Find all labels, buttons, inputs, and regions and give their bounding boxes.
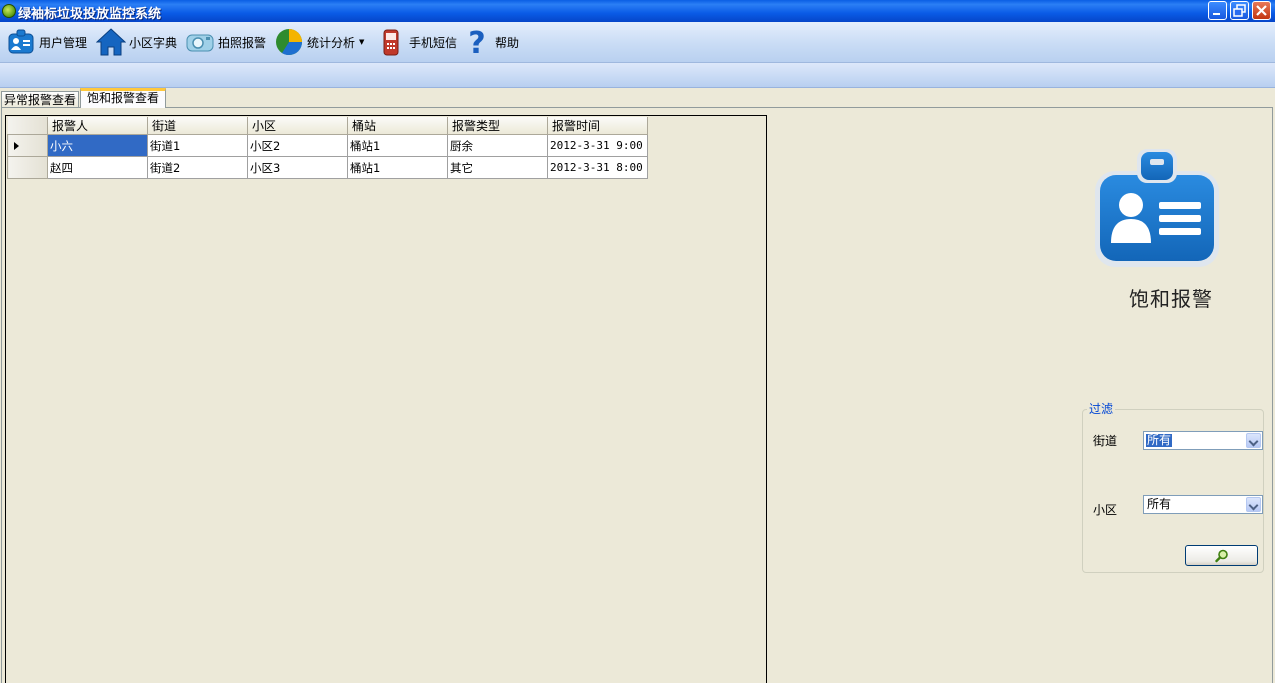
toolbar-help[interactable]: ? 帮助 — [462, 26, 519, 58]
column-header[interactable]: 小区 — [247, 117, 348, 135]
toolbar-user-management[interactable]: 用户管理 — [6, 26, 87, 58]
chevron-down-icon: ▼ — [359, 38, 365, 46]
column-header[interactable]: 报警类型 — [447, 117, 548, 135]
close-icon — [1256, 5, 1267, 16]
panel-title: 饱和报警 — [1129, 287, 1213, 311]
chevron-down-icon[interactable] — [1246, 497, 1261, 512]
tab-abnormal-alarm[interactable]: 异常报警查看 — [1, 91, 79, 108]
toolbar-statistics-label: 统计分析 — [307, 35, 356, 50]
id-card-icon — [1095, 149, 1219, 267]
column-header[interactable]: 报警时间 — [547, 117, 648, 135]
table-cell[interactable]: 小区2 — [247, 134, 348, 157]
toolbar-sms[interactable]: 手机短信 — [376, 26, 457, 58]
current-row-icon — [14, 141, 19, 150]
table-cell[interactable]: 赵四 — [47, 156, 148, 179]
column-header[interactable]: 报警人 — [47, 117, 148, 135]
mobile-phone-icon — [383, 29, 399, 56]
window-title: 绿袖标垃圾投放监控系统 — [18, 7, 162, 22]
table-cell[interactable]: 厨余 — [447, 134, 548, 157]
street-select[interactable]: 所有 — [1143, 431, 1263, 450]
chevron-down-icon[interactable] — [1246, 433, 1261, 448]
restore-button[interactable] — [1230, 1, 1249, 20]
row-header-corner — [7, 117, 48, 135]
close-button[interactable] — [1252, 1, 1271, 20]
magnifier-icon — [1215, 549, 1228, 563]
toolbar-photo-alarm[interactable]: 拍照报警 — [185, 26, 266, 58]
pie-chart-icon — [276, 29, 303, 56]
table-cell[interactable]: 2012-3-31 9:00 — [547, 134, 648, 157]
table-cell[interactable]: 街道1 — [147, 134, 248, 157]
row-header[interactable] — [7, 156, 48, 179]
help-icon: ? — [468, 27, 485, 57]
toolbar-user-management-label: 用户管理 — [39, 35, 88, 50]
table-row[interactable]: 赵四 街道2 小区3 桶站1 其它 2012-3-31 8:00 — [7, 156, 648, 179]
table-cell[interactable]: 街道2 — [147, 156, 248, 179]
filter-legend: 过滤 — [1087, 400, 1116, 417]
toolbar-statistics[interactable]: 统计分析 ▼ — [274, 26, 364, 58]
community-select-value: 所有 — [1147, 497, 1172, 511]
svg-text:?: ? — [468, 27, 485, 57]
table-row[interactable]: 小六 街道1 小区2 桶站1 厨余 2012-3-31 9:00 — [7, 134, 648, 157]
community-select[interactable]: 所有 — [1143, 495, 1263, 514]
alarm-table: 报警人 街道 小区 桶站 报警类型 报警时间 小六 街道1 小区2 桶站1 厨余… — [7, 117, 648, 179]
tab-saturation-alarm[interactable]: 饱和报警查看 — [80, 88, 166, 108]
column-header[interactable]: 桶站 — [347, 117, 448, 135]
id-card-icon — [8, 29, 34, 54]
table-cell[interactable]: 桶站1 — [347, 156, 448, 179]
table-cell[interactable]: 其它 — [447, 156, 548, 179]
toolbar-community-dictionary-label: 小区字典 — [129, 35, 178, 50]
title-bar: 绿袖标垃圾投放监控系统 — [0, 0, 1275, 22]
camera-icon — [186, 34, 214, 52]
street-label: 街道 — [1093, 434, 1118, 448]
search-button[interactable] — [1185, 545, 1258, 566]
house-icon — [96, 28, 126, 56]
toolbar-community-dictionary[interactable]: 小区字典 — [96, 26, 177, 58]
toolbar: 用户管理 小区字典 拍照报警 统计分析 ▼ 手机短信 ? 帮助 — [0, 22, 1275, 63]
row-header[interactable] — [7, 134, 48, 157]
table-cell[interactable]: 桶站1 — [347, 134, 448, 157]
restore-icon — [1233, 4, 1246, 17]
toolbar-sms-label: 手机短信 — [409, 35, 458, 50]
toolbar-photo-alarm-label: 拍照报警 — [218, 35, 267, 50]
alarm-grid[interactable]: 报警人 街道 小区 桶站 报警类型 报警时间 小六 街道1 小区2 桶站1 厨余… — [5, 115, 767, 683]
toolbar-help-label: 帮助 — [495, 35, 520, 50]
community-label: 小区 — [1093, 503, 1118, 517]
table-cell[interactable]: 小六 — [47, 134, 148, 157]
table-cell[interactable]: 小区3 — [247, 156, 348, 179]
table-header-row: 报警人 街道 小区 桶站 报警类型 报警时间 — [7, 117, 648, 135]
app-icon — [2, 4, 16, 18]
table-cell[interactable]: 2012-3-31 8:00 — [547, 156, 648, 179]
minimize-button[interactable] — [1208, 1, 1227, 20]
toolbar-band — [0, 63, 1275, 88]
minimize-icon — [1213, 13, 1220, 15]
street-select-value: 所有 — [1146, 433, 1173, 447]
column-header[interactable]: 街道 — [147, 117, 248, 135]
